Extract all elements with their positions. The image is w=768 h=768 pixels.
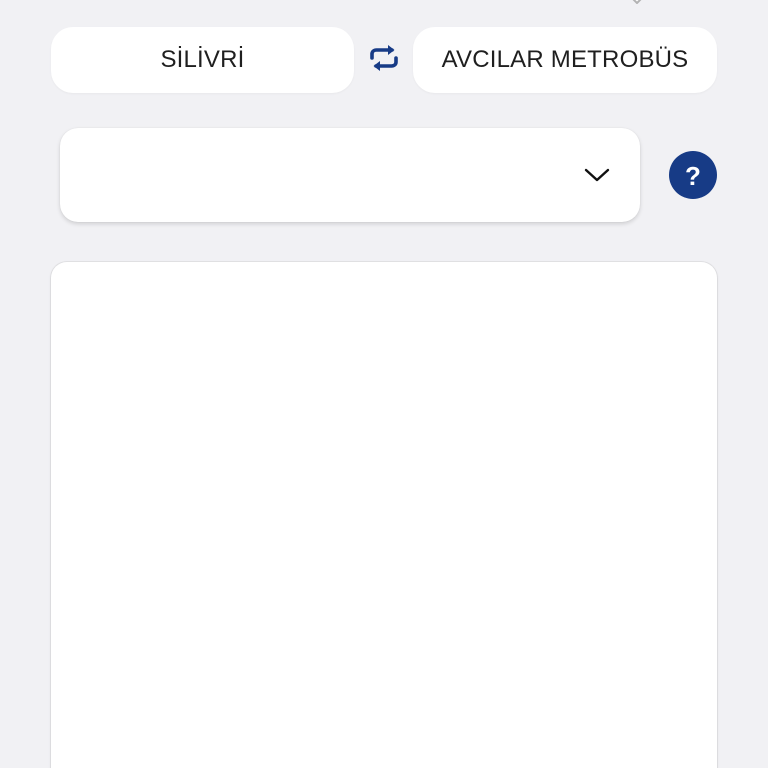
swap-direction-button[interactable]	[366, 42, 402, 78]
content-panel	[51, 262, 717, 768]
from-stop-button[interactable]: SİLİVRİ	[51, 27, 354, 93]
top-chevron-down-icon[interactable]	[622, 0, 652, 8]
chevron-down-icon	[582, 165, 612, 185]
help-button[interactable]: ?	[669, 151, 717, 199]
route-screen: SİLİVRİ AVCILAR METROBÜS ?	[0, 0, 768, 768]
question-mark-icon: ?	[685, 160, 701, 191]
to-stop-label: AVCILAR METROBÜS	[441, 46, 689, 73]
selection-dropdown[interactable]	[60, 128, 640, 222]
to-stop-button[interactable]: AVCILAR METROBÜS	[413, 27, 717, 93]
swap-arrows-icon	[367, 41, 401, 80]
from-stop-label: SİLİVRİ	[160, 46, 245, 73]
